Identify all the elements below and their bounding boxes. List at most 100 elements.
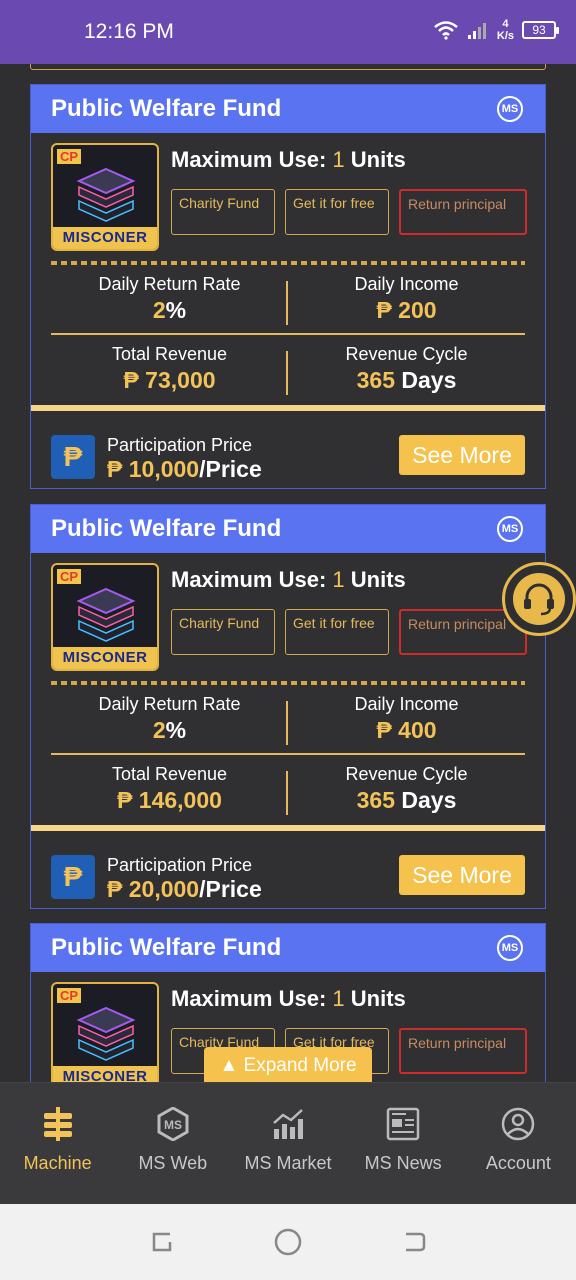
daily-return-stat: Daily Return Rate 2% bbox=[51, 265, 288, 333]
daily-return-label: Daily Return Rate bbox=[98, 694, 241, 714]
price-amount: ₱ 20,000 bbox=[107, 876, 200, 902]
total-revenue-stat: Total Revenue ₱ 73,000 bbox=[51, 335, 288, 403]
price-unit: /Price bbox=[199, 456, 262, 482]
price-value: ₱ 20,000/Price bbox=[107, 876, 262, 903]
svg-text:MS: MS bbox=[164, 1118, 182, 1132]
nav-account-label: Account bbox=[485, 1153, 551, 1173]
total-revenue-stat: Total Revenue ₱ 146,000 bbox=[51, 755, 288, 823]
max-use-unit: Units bbox=[350, 147, 406, 172]
ms-web-icon: MS bbox=[157, 1107, 189, 1141]
max-use-value: 1 bbox=[332, 147, 345, 172]
revenue-cycle-stat: Revenue Cycle 365 Days bbox=[288, 755, 525, 823]
revenue-cycle-label: Revenue Cycle bbox=[345, 344, 468, 364]
building-icon bbox=[76, 1006, 136, 1061]
nav-ms-news[interactable]: MS News bbox=[346, 1083, 461, 1204]
nav-ms-market[interactable]: MS Market bbox=[230, 1083, 345, 1204]
nav-ms-market-label: MS Market bbox=[244, 1153, 332, 1173]
expand-more-button[interactable]: ▲ Expand More bbox=[204, 1047, 372, 1085]
fund-list[interactable]: Public Welfare Fund MS CP MISCONER Maxim… bbox=[0, 64, 576, 1082]
signal-icon bbox=[467, 23, 486, 39]
revenue-cycle-stat: Revenue Cycle 365 Days bbox=[288, 335, 525, 403]
nav-ms-news-label: MS News bbox=[364, 1153, 442, 1173]
total-revenue-label: Total Revenue bbox=[111, 764, 228, 784]
daily-return-value: 2 bbox=[152, 297, 166, 323]
daily-income-label: Daily Income bbox=[354, 274, 459, 294]
max-use: Maximum Use: 1 Units bbox=[171, 986, 406, 1012]
price-value: ₱ 10,000/Price bbox=[107, 456, 262, 483]
price-amount: ₱ 10,000 bbox=[107, 456, 200, 482]
fund-card: Public Welfare Fund MS CP MISCONER Maxim… bbox=[30, 504, 546, 909]
battery-icon: 93 bbox=[522, 21, 559, 39]
tag-list: Charity Fund Get it for free Return prin… bbox=[171, 609, 527, 655]
tag-return-principal: Return principal bbox=[399, 1028, 527, 1074]
stats-grid: Daily Return Rate 2% Daily Income ₱ 200 … bbox=[51, 265, 525, 403]
product-image: CP MISCONER bbox=[51, 563, 159, 671]
daily-return-unit: % bbox=[165, 717, 187, 743]
status-time: 12:16 PM bbox=[84, 20, 174, 43]
home-icon[interactable] bbox=[273, 1227, 303, 1257]
tag-free: Get it for free bbox=[285, 609, 389, 655]
daily-return-stat: Daily Return Rate 2% bbox=[51, 685, 288, 753]
status-bar: 12:16 PM 4 K/s 93 bbox=[0, 0, 576, 64]
news-icon bbox=[386, 1107, 420, 1141]
ms-logo-icon: MS bbox=[497, 516, 523, 542]
tag-free: Get it for free bbox=[285, 189, 389, 235]
see-more-button[interactable]: See More bbox=[399, 435, 525, 475]
brand-label: MISCONER bbox=[53, 227, 157, 249]
daily-income-value: ₱ 200 bbox=[376, 297, 437, 323]
nav-machine[interactable]: Machine bbox=[0, 1083, 115, 1204]
max-use-value: 1 bbox=[332, 567, 345, 592]
net-speed: 4 K/s bbox=[497, 18, 514, 42]
ms-logo-icon: MS bbox=[497, 96, 523, 122]
building-icon bbox=[76, 167, 136, 222]
daily-income-label: Daily Income bbox=[354, 694, 459, 714]
stats-grid: Daily Return Rate 2% Daily Income ₱ 400 … bbox=[51, 685, 525, 823]
wifi-icon bbox=[434, 21, 458, 40]
bottom-nav: Machine MS MS Web MS Market MS News Acco… bbox=[0, 1082, 576, 1204]
ms-logo-icon: MS bbox=[497, 935, 523, 961]
nav-ms-web[interactable]: MS MS Web bbox=[115, 1083, 230, 1204]
status-icons: 4 K/s 93 bbox=[433, 18, 559, 42]
revenue-cycle-unit: Days bbox=[401, 787, 457, 813]
cp-label: CP bbox=[57, 988, 82, 1003]
card-header: Public Welfare Fund MS bbox=[31, 505, 545, 553]
price-row: ₱ Participation Price ₱ 10,000/Price See… bbox=[31, 411, 545, 497]
tag-return-principal: Return principal bbox=[399, 189, 527, 235]
nav-machine-label: Machine bbox=[23, 1153, 92, 1173]
max-use-value: 1 bbox=[332, 986, 345, 1011]
brand-label: MISCONER bbox=[53, 1066, 157, 1082]
back-icon[interactable] bbox=[400, 1228, 428, 1256]
max-use-label: Maximum Use: bbox=[171, 567, 327, 592]
daily-return-label: Daily Return Rate bbox=[98, 274, 241, 294]
nav-ms-web-label: MS Web bbox=[138, 1153, 208, 1173]
battery-level: 93 bbox=[532, 23, 546, 37]
tag-charity-fund: Charity Fund bbox=[171, 609, 275, 655]
daily-return-value: 2 bbox=[152, 717, 166, 743]
daily-income-value: ₱ 400 bbox=[376, 717, 437, 743]
tag-charity-fund: Charity Fund bbox=[171, 189, 275, 235]
max-use: Maximum Use: 1 Units bbox=[171, 147, 406, 173]
recent-apps-icon[interactable] bbox=[148, 1228, 176, 1256]
brand-label: MISCONER bbox=[53, 647, 157, 669]
price-unit: /Price bbox=[199, 876, 262, 902]
price-label: Participation Price bbox=[107, 855, 253, 875]
customer-support-button[interactable] bbox=[502, 562, 576, 636]
revenue-cycle-value: 365 bbox=[356, 367, 395, 393]
daily-income-stat: Daily Income ₱ 200 bbox=[288, 265, 525, 333]
see-more-button[interactable]: See More bbox=[399, 855, 525, 895]
system-nav-bar bbox=[0, 1204, 576, 1280]
peso-icon: ₱ bbox=[51, 435, 95, 479]
peso-icon: ₱ bbox=[51, 855, 95, 899]
headset-icon bbox=[513, 573, 565, 625]
product-row: CP MISCONER Maximum Use: 1 Units Charity… bbox=[31, 553, 545, 673]
card-header: Public Welfare Fund MS bbox=[31, 85, 545, 133]
max-use-unit: Units bbox=[350, 567, 406, 592]
net-speed-unit: K/s bbox=[496, 30, 514, 42]
product-image: CP MISCONER bbox=[51, 982, 159, 1082]
product-image: CP MISCONER bbox=[51, 143, 159, 251]
cp-label: CP bbox=[57, 149, 82, 164]
card-title: Public Welfare Fund bbox=[51, 934, 282, 961]
card-title: Public Welfare Fund bbox=[51, 515, 282, 542]
nav-account[interactable]: Account bbox=[461, 1083, 576, 1204]
card-header: Public Welfare Fund MS bbox=[31, 924, 545, 972]
